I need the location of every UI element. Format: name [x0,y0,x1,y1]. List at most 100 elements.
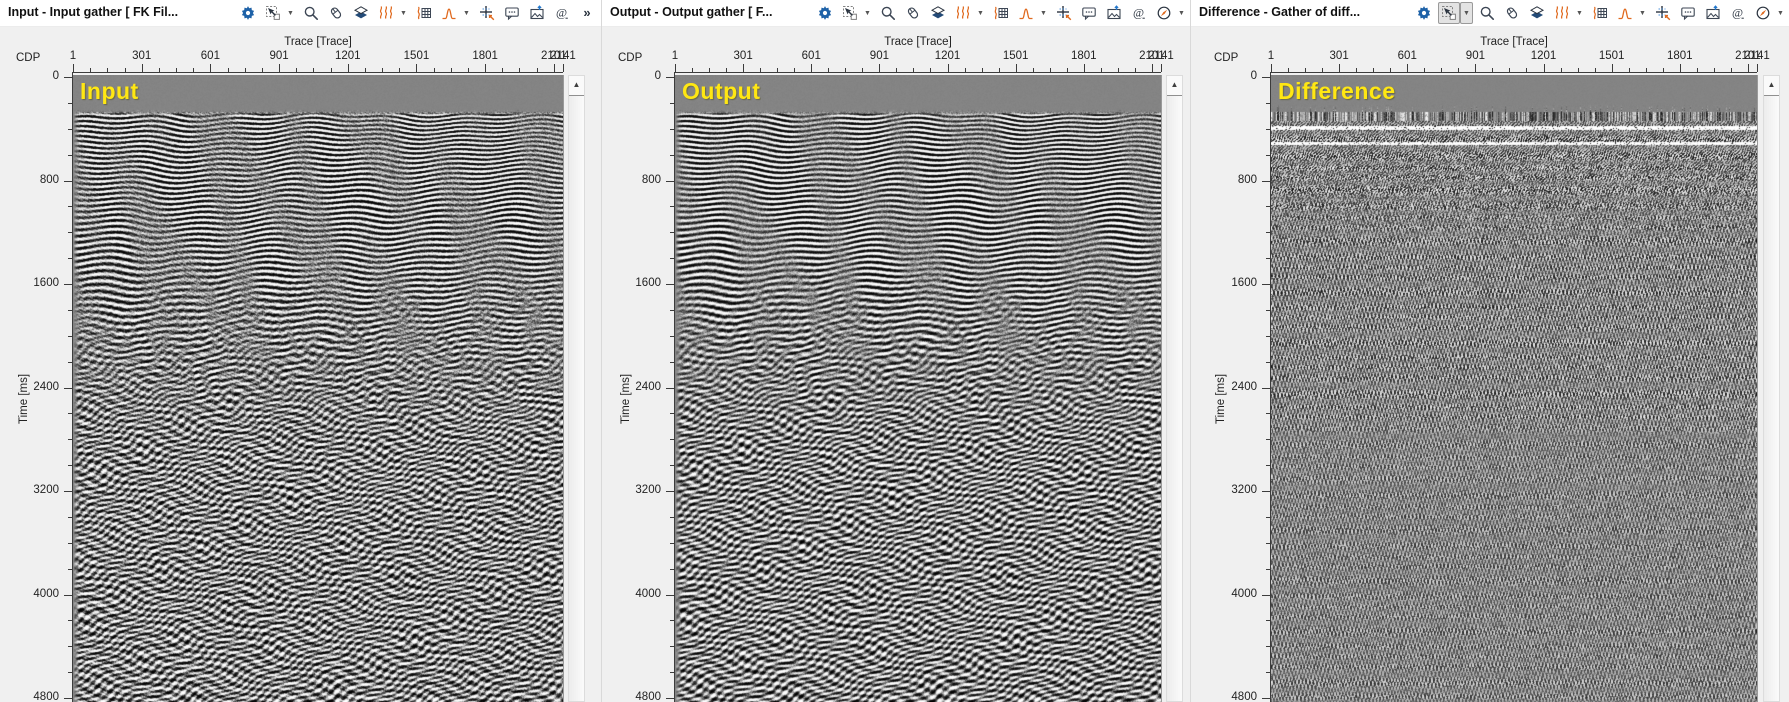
pointer-select-icon[interactable] [262,2,284,24]
export-image-icon[interactable] [1702,2,1724,24]
histogram-icon[interactable] [1614,2,1636,24]
vertical-scrollbar[interactable]: ▲ [568,75,585,702]
scroll-up-button[interactable]: ▲ [1167,76,1182,96]
compass-dropdown-icon[interactable]: ▼ [1175,2,1188,24]
trace-tick-label: 2141 [1148,50,1174,62]
time-major-tick [1262,491,1270,492]
overflow-chevrons-icon[interactable]: » [576,2,598,24]
pointer-select-dropdown-icon[interactable]: ▼ [1460,2,1473,24]
trace-axis-title: Trace [Trace] [284,36,352,48]
zoom-magnifier-icon[interactable] [300,2,322,24]
zoom-magnifier-icon[interactable] [877,2,899,24]
wiggle-display-dropdown-icon[interactable]: ▼ [974,2,987,24]
snap-crosshair-icon[interactable] [476,2,498,24]
trace-major-tick [675,64,676,72]
scroll-track[interactable] [1167,96,1182,701]
scroll-track[interactable] [1764,96,1779,701]
trace-major-tick [73,64,74,72]
export-image-icon[interactable] [526,2,548,24]
time-major-tick [64,284,72,285]
wiggle-display-icon[interactable] [952,2,974,24]
pointer-select-icon[interactable] [839,2,861,24]
histogram-dropdown-icon[interactable]: ▼ [460,2,473,24]
pointer-select-dropdown-icon[interactable]: ▼ [861,2,874,24]
settings-gear-icon[interactable] [1413,2,1435,24]
time-major-tick [1262,77,1270,78]
layers-icon[interactable] [927,2,949,24]
panel-toolbar: ▼ ▼ ▼ @ » [234,2,598,24]
histogram-icon[interactable] [1015,2,1037,24]
time-major-tick [666,594,674,596]
zoom-at-icon[interactable]: @ [551,2,573,24]
snap-crosshair-icon[interactable] [1652,2,1674,24]
seismic-image[interactable] [675,75,1162,702]
wiggle-table-icon[interactable] [990,2,1012,24]
panel-title: Output - Output gather [ F... [610,5,773,19]
time-tick-label: 4000 [33,587,59,600]
zoom-at-icon[interactable]: @ [1727,2,1749,24]
vertical-scrollbar[interactable]: ▲ [1763,75,1780,702]
trace-tick-label: 1801 [1070,50,1097,62]
time-major-tick [64,698,72,699]
svg-text:@: @ [1732,6,1743,20]
pointer-select-icon[interactable] [1438,2,1460,24]
scroll-up-button[interactable]: ▲ [569,76,584,96]
time-tick-label: 0 [654,70,661,82]
comment-bubble-icon[interactable] [501,2,523,24]
settings-gear-icon[interactable] [814,2,836,24]
snap-crosshair-icon[interactable] [1053,2,1075,24]
trace-tick-label: 301 [733,50,753,62]
wiggle-display-dropdown-icon[interactable]: ▼ [1573,2,1586,24]
wiggle-table-icon[interactable] [413,2,435,24]
comment-bubble-icon[interactable] [1078,2,1100,24]
trace-axis-line [1270,72,1757,73]
zoom-magnifier-icon[interactable] [1476,2,1498,24]
trace-tick-label: 601 [1397,50,1417,62]
histogram-icon[interactable] [438,2,460,24]
seismic-overlay-label: Output [682,78,761,104]
time-axis-title: Time [ms] [1215,373,1227,424]
trace-tick-label: 901 [1465,50,1485,62]
trace-tick-label: 301 [132,50,152,62]
histogram-dropdown-icon[interactable]: ▼ [1037,2,1050,24]
vertical-scrollbar[interactable]: ▲ [1166,75,1183,702]
panel-title: Difference - Gather of diff... [1199,5,1361,19]
time-tick-label: 4800 [1231,691,1257,702]
trace-major-tick [811,64,813,72]
time-major-tick [64,387,72,389]
seismic-image[interactable] [73,75,564,702]
trace-major-tick [1475,64,1477,72]
wiggle-table-icon[interactable] [1589,2,1611,24]
scroll-up-button[interactable]: ▲ [1764,76,1779,96]
time-major-tick [1262,180,1270,182]
wiggle-display-icon[interactable] [375,2,397,24]
time-major-tick [666,387,674,389]
mouse-tool-icon[interactable] [902,2,924,24]
cdp-axis-label: CDP [16,52,41,64]
compass-dropdown-icon[interactable]: ▼ [1774,2,1787,24]
scroll-track[interactable] [569,96,584,701]
settings-gear-icon[interactable] [237,2,259,24]
zoom-at-icon[interactable]: @ [1128,2,1150,24]
mouse-tool-icon[interactable] [1501,2,1523,24]
trace-tick-label: 601 [200,50,220,62]
time-major-tick [64,491,72,492]
trace-tick-label: 901 [869,50,889,62]
export-image-icon[interactable] [1103,2,1125,24]
trace-tick-label: 1501 [1598,50,1625,62]
wiggle-display-dropdown-icon[interactable]: ▼ [397,2,410,24]
comment-bubble-icon[interactable] [1677,2,1699,24]
trace-major-tick [553,64,555,72]
seismic-image[interactable] [1271,75,1758,702]
time-major-tick [666,284,674,285]
histogram-dropdown-icon[interactable]: ▼ [1636,2,1649,24]
pointer-select-dropdown-icon[interactable]: ▼ [284,2,297,24]
layers-icon[interactable] [1526,2,1548,24]
compass-icon[interactable] [1752,2,1774,24]
time-tick-label: 4000 [1231,587,1257,600]
trace-major-tick [1083,64,1085,72]
mouse-tool-icon[interactable] [325,2,347,24]
wiggle-display-icon[interactable] [1551,2,1573,24]
compass-icon[interactable] [1153,2,1175,24]
layers-icon[interactable] [350,2,372,24]
